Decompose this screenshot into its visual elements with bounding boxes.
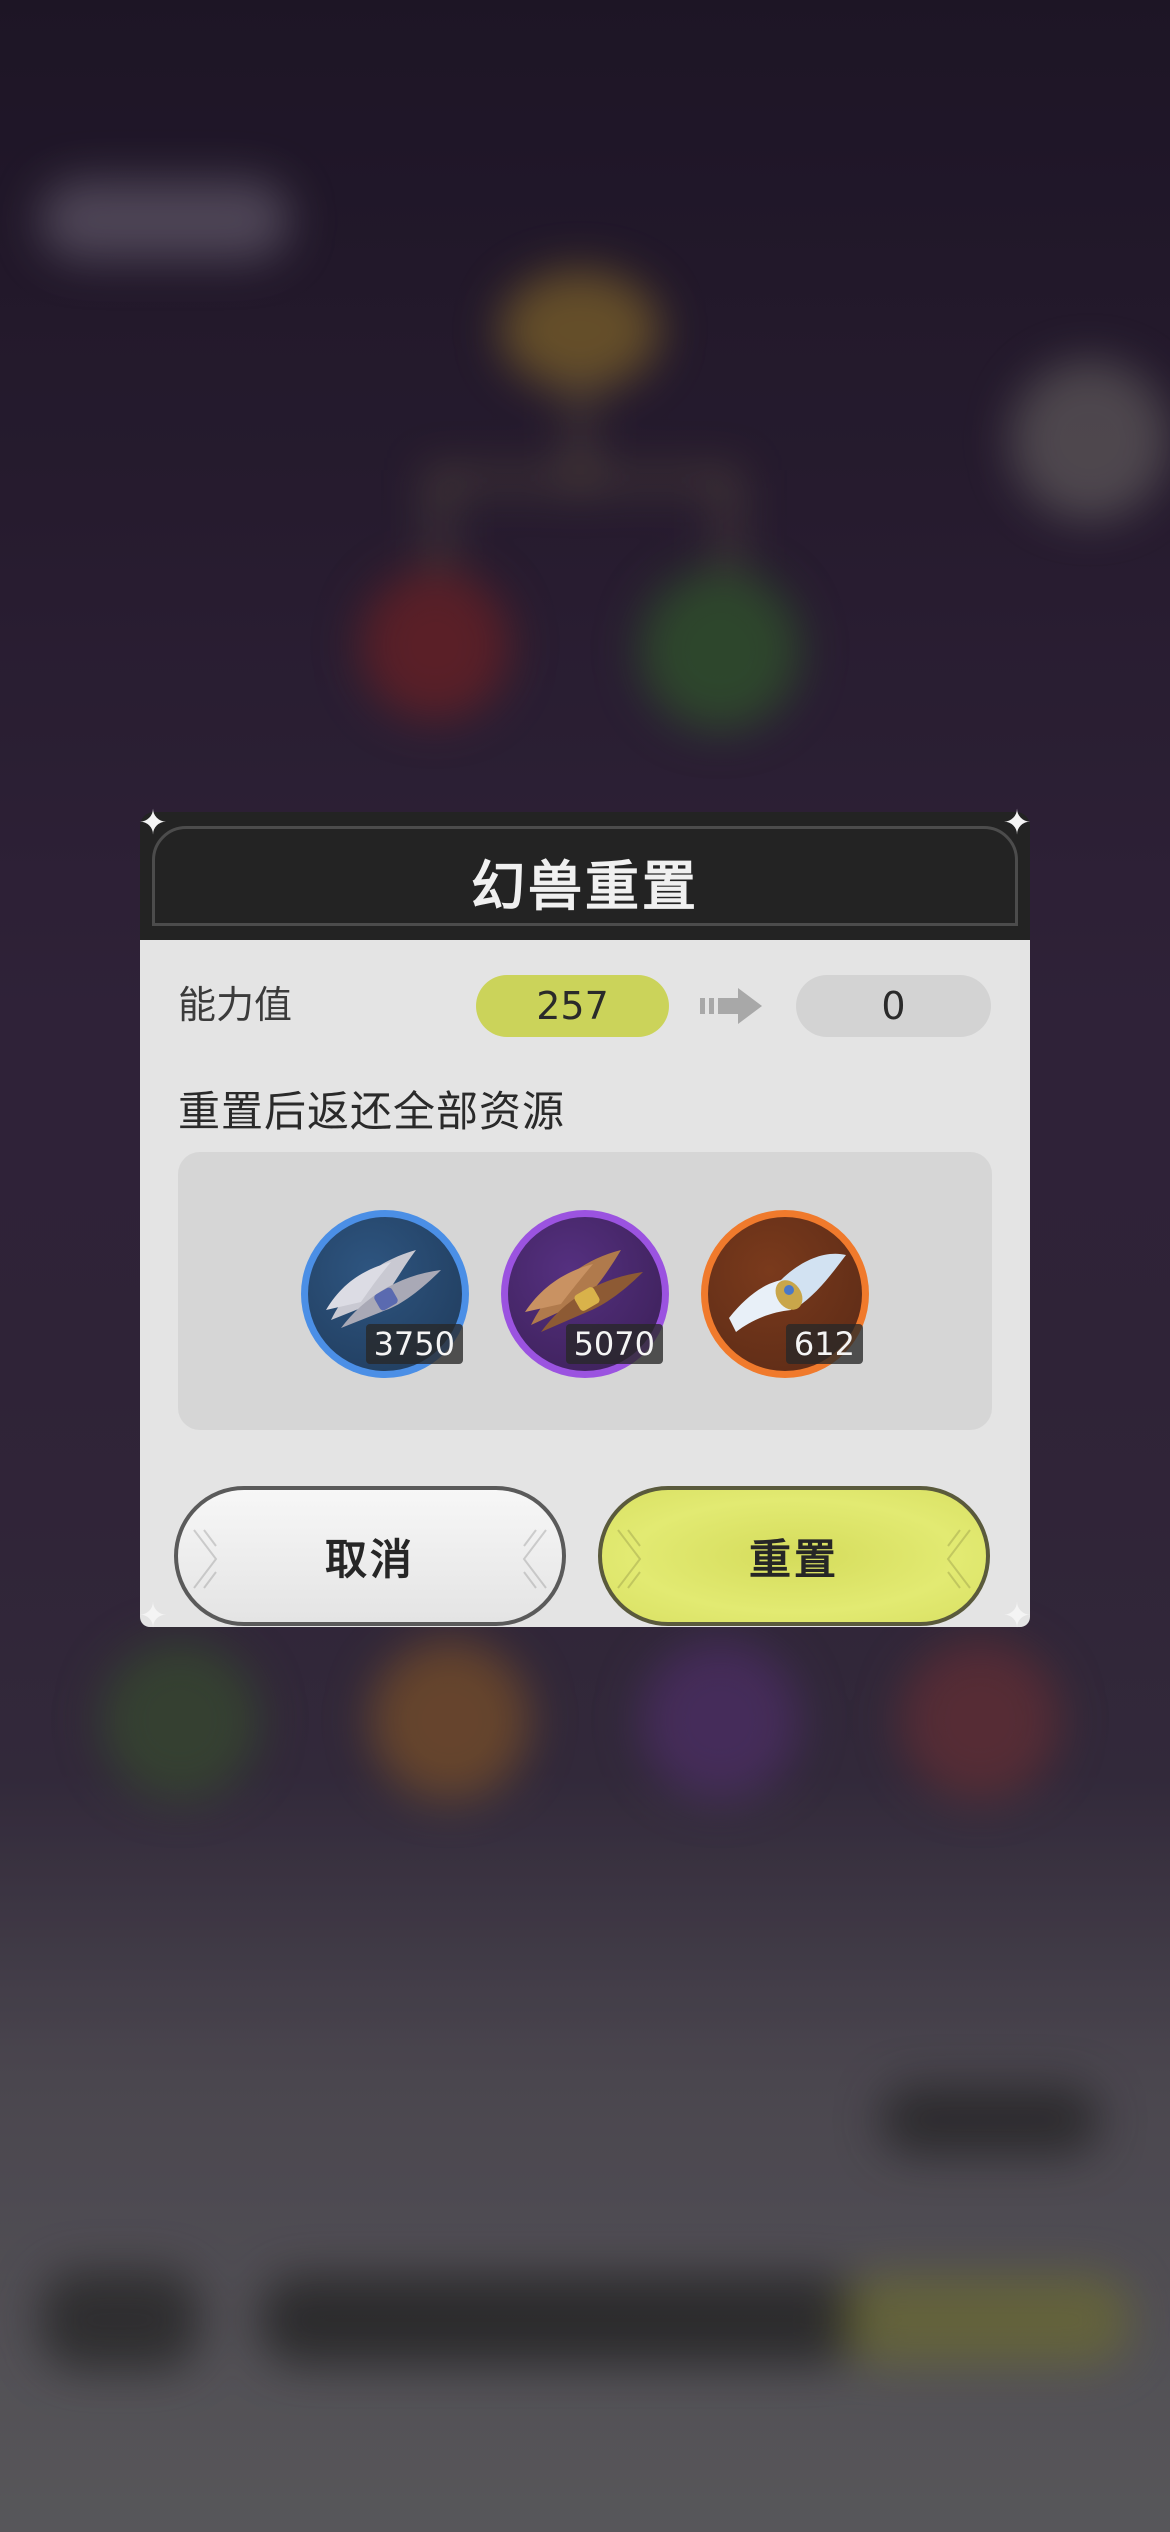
reset-dialog: 幻兽重置 ✦ ✦ ✦ ✦ 能力值 257 0 重置后返还全部资源 3750 50… [139, 806, 1032, 1633]
corner-ornament-icon: ✦ [138, 803, 168, 843]
button-decoration-icon [617, 1529, 642, 1589]
resource-item[interactable]: 3750 [301, 1210, 469, 1378]
arrow-right-icon [700, 988, 762, 1024]
button-decoration-icon [946, 1529, 971, 1589]
cancel-button[interactable]: 取消 [174, 1486, 566, 1626]
resource-count: 612 [785, 1324, 863, 1364]
dialog-header: 幻兽重置 [140, 812, 1030, 940]
confirm-reset-button[interactable]: 重置 [598, 1486, 990, 1626]
reset-description: 重置后返还全部资源 [178, 1087, 566, 1136]
button-decoration-icon [193, 1529, 218, 1589]
button-decoration-icon [522, 1529, 547, 1589]
resource-count: 3750 [365, 1324, 463, 1364]
corner-ornament-icon: ✦ [1002, 1596, 1032, 1636]
corner-ornament-icon: ✦ [138, 1596, 168, 1636]
ability-after-value: 0 [796, 975, 991, 1037]
dialog-title: 幻兽重置 [471, 855, 699, 918]
ability-label: 能力值 [178, 983, 293, 1027]
ability-current-value: 257 [476, 975, 669, 1037]
corner-ornament-icon: ✦ [1002, 803, 1032, 843]
resource-item[interactable]: 5070 [501, 1210, 669, 1378]
resource-item[interactable]: 612 [701, 1210, 869, 1378]
confirm-reset-label: 重置 [748, 1535, 839, 1584]
cancel-button-label: 取消 [324, 1535, 415, 1584]
resource-count: 5070 [565, 1324, 663, 1364]
